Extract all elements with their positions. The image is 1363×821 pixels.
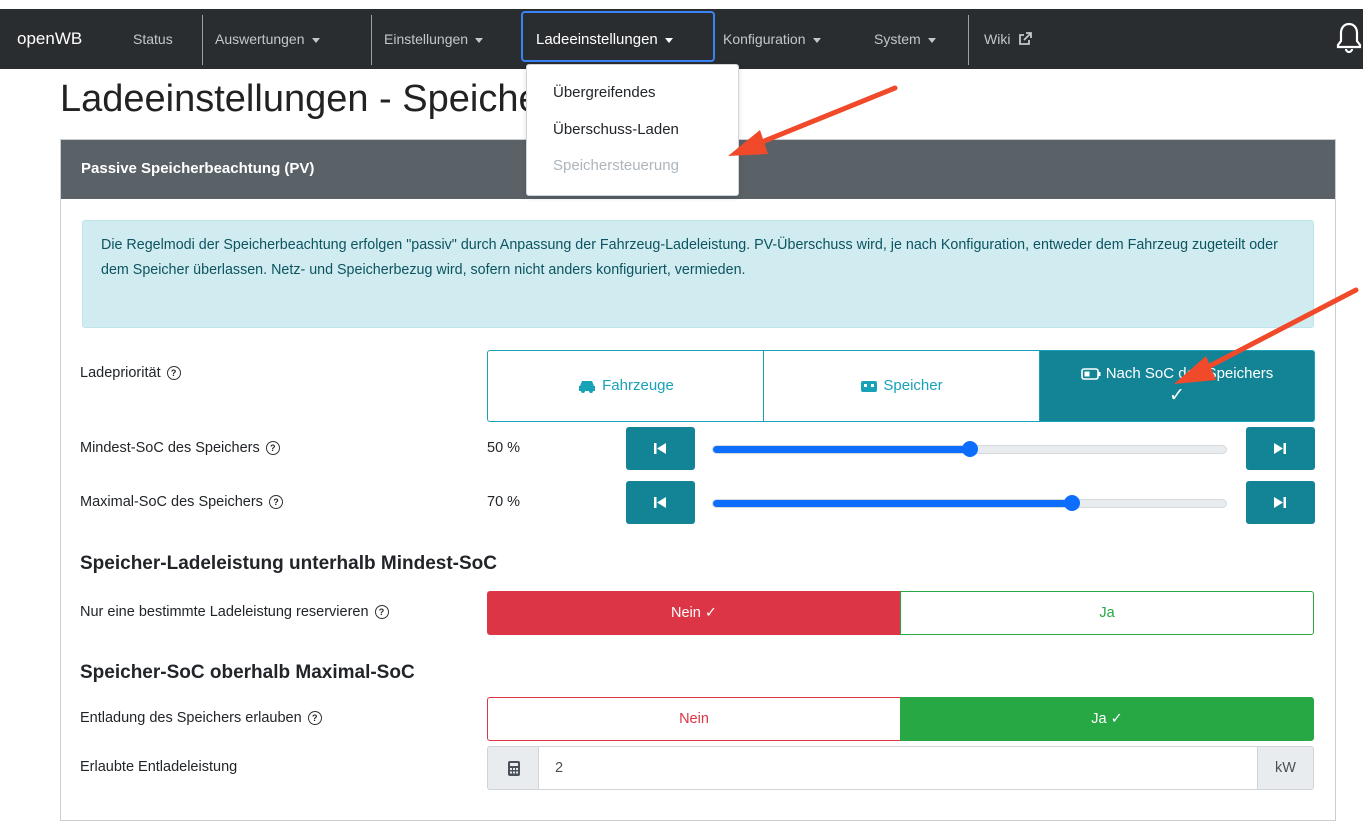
nav-wiki-label: Wiki — [984, 31, 1011, 47]
menu-item-ueberschuss-laden[interactable]: Überschuss-Laden — [553, 121, 679, 138]
help-icon[interactable]: ? — [265, 441, 280, 456]
nav-auswertungen-label: Auswertungen — [215, 31, 305, 47]
min-soc-increase-button[interactable] — [1246, 427, 1315, 470]
step-backward-icon — [654, 443, 666, 454]
min-soc-label: Mindest-SoC des Speichers? — [80, 440, 280, 456]
nav-divider — [371, 15, 372, 65]
caret-down-icon — [927, 37, 936, 43]
battery-car-icon — [861, 381, 878, 393]
nav-status[interactable]: Status — [133, 31, 173, 47]
priority-vehicles-label: Fahrzeuge — [602, 377, 674, 394]
unit-label: kW — [1257, 746, 1314, 790]
priority-storage-label: Speicher — [883, 377, 943, 394]
allow-discharge-toggle: Nein Ja ✓ — [487, 697, 1314, 741]
slider-fill — [713, 446, 970, 453]
priority-soc-label: Nach SoC des Speichers — [1105, 365, 1274, 382]
discharge-power-label: Erlaubte Entladeleistung — [80, 759, 238, 775]
nav-ladeeinstellungen-label: Ladeeinstellungen — [536, 31, 658, 48]
reserve-power-yes-button[interactable]: Ja — [900, 591, 1314, 635]
min-soc-decrease-button[interactable] — [626, 427, 695, 470]
allow-discharge-label: Entladung des Speichers erlauben? — [80, 710, 322, 726]
discharge-power-group: kW — [487, 746, 1314, 790]
menu-item-speichersteuerung[interactable]: Speichersteuerung — [553, 157, 679, 174]
max-soc-label-text: Maximal-SoC des Speichers — [80, 494, 263, 510]
max-soc-label: Maximal-SoC des Speichers? — [80, 494, 283, 510]
caret-down-icon — [812, 37, 821, 43]
priority-storage-button[interactable]: Speicher — [763, 350, 1040, 422]
nav-konfiguration-label: Konfiguration — [723, 31, 806, 47]
max-soc-value: 70 % — [487, 494, 521, 510]
priority-soc-button[interactable]: Nach SoC des Speichers ✓ — [1039, 350, 1315, 422]
caret-down-icon — [311, 37, 320, 43]
help-icon[interactable]: ? — [307, 711, 322, 726]
step-forward-icon — [1274, 497, 1286, 508]
priority-label-text: Ladepriorität — [80, 365, 161, 381]
max-soc-slider[interactable] — [712, 495, 1227, 511]
step-backward-icon — [654, 497, 666, 508]
reserve-power-toggle: Nein ✓ Ja — [487, 591, 1314, 635]
check-icon: ✓ — [1169, 385, 1185, 406]
help-icon[interactable]: ? — [374, 605, 389, 620]
priority-label: Ladepriorität? — [80, 365, 181, 381]
nav-ladeeinstellungen[interactable]: Ladeeinstellungen — [521, 11, 715, 62]
discharge-power-input[interactable] — [538, 746, 1258, 790]
section-heading-above-max: Speicher-SoC oberhalb Maximal-SoC — [80, 662, 415, 683]
help-icon[interactable]: ? — [166, 366, 181, 381]
nav-divider — [968, 15, 969, 65]
external-link-icon — [1019, 32, 1033, 45]
priority-vehicles-button[interactable]: Fahrzeuge — [487, 350, 764, 422]
brand[interactable]: openWB — [17, 29, 82, 49]
slider-fill — [713, 500, 1073, 507]
nav-konfiguration[interactable]: Konfiguration — [723, 31, 821, 47]
reserve-power-label: Nur eine bestimmte Ladeleistung reservie… — [80, 604, 389, 620]
nav-einstellungen[interactable]: Einstellungen — [384, 31, 484, 47]
menu-item-uebergreifendes[interactable]: Übergreifendes — [553, 84, 656, 101]
min-soc-value: 50 % — [487, 440, 521, 456]
calculator-icon-box — [487, 746, 539, 790]
section-heading-below-min: Speicher-Ladeleistung unterhalb Mindest-… — [80, 553, 497, 574]
caret-down-icon — [475, 37, 484, 43]
allow-discharge-label-text: Entladung des Speichers erlauben — [80, 710, 302, 726]
reserve-power-label-text: Nur eine bestimmte Ladeleistung reservie… — [80, 604, 369, 620]
calculator-icon — [508, 761, 520, 776]
info-alert: Die Regelmodi der Speicherbeachtung erfo… — [82, 220, 1314, 328]
caret-down-icon — [664, 37, 673, 43]
car-icon — [579, 381, 596, 394]
card-header-title: Passive Speicherbeachtung (PV) — [81, 160, 315, 177]
ladeeinstellungen-dropdown-menu: Übergreifendes Überschuss-Laden Speicher… — [526, 64, 739, 196]
navbar: openWB Status Auswertungen Einstellungen… — [0, 9, 1363, 69]
max-soc-decrease-button[interactable] — [626, 481, 695, 524]
nav-auswertungen[interactable]: Auswertungen — [215, 31, 320, 47]
nav-system[interactable]: System — [874, 31, 936, 47]
battery-icon — [1080, 368, 1101, 380]
nav-divider — [202, 15, 203, 65]
priority-button-group: Fahrzeuge Speicher Nach SoC des Speicher… — [487, 350, 1315, 422]
nav-einstellungen-label: Einstellungen — [384, 31, 469, 47]
nav-wiki[interactable]: Wiki — [984, 31, 1033, 47]
reserve-power-no-button[interactable]: Nein ✓ — [487, 591, 901, 635]
help-icon[interactable]: ? — [268, 495, 283, 510]
slider-thumb[interactable] — [1064, 495, 1081, 511]
step-forward-icon — [1274, 443, 1286, 454]
allow-discharge-no-button[interactable]: Nein — [487, 697, 901, 741]
bell-icon[interactable] — [1336, 21, 1362, 55]
slider-thumb[interactable] — [961, 441, 978, 457]
min-soc-slider[interactable] — [712, 441, 1227, 457]
max-soc-increase-button[interactable] — [1246, 481, 1315, 524]
min-soc-label-text: Mindest-SoC des Speichers — [80, 440, 260, 456]
nav-system-label: System — [874, 31, 921, 47]
allow-discharge-yes-button[interactable]: Ja ✓ — [900, 697, 1314, 741]
